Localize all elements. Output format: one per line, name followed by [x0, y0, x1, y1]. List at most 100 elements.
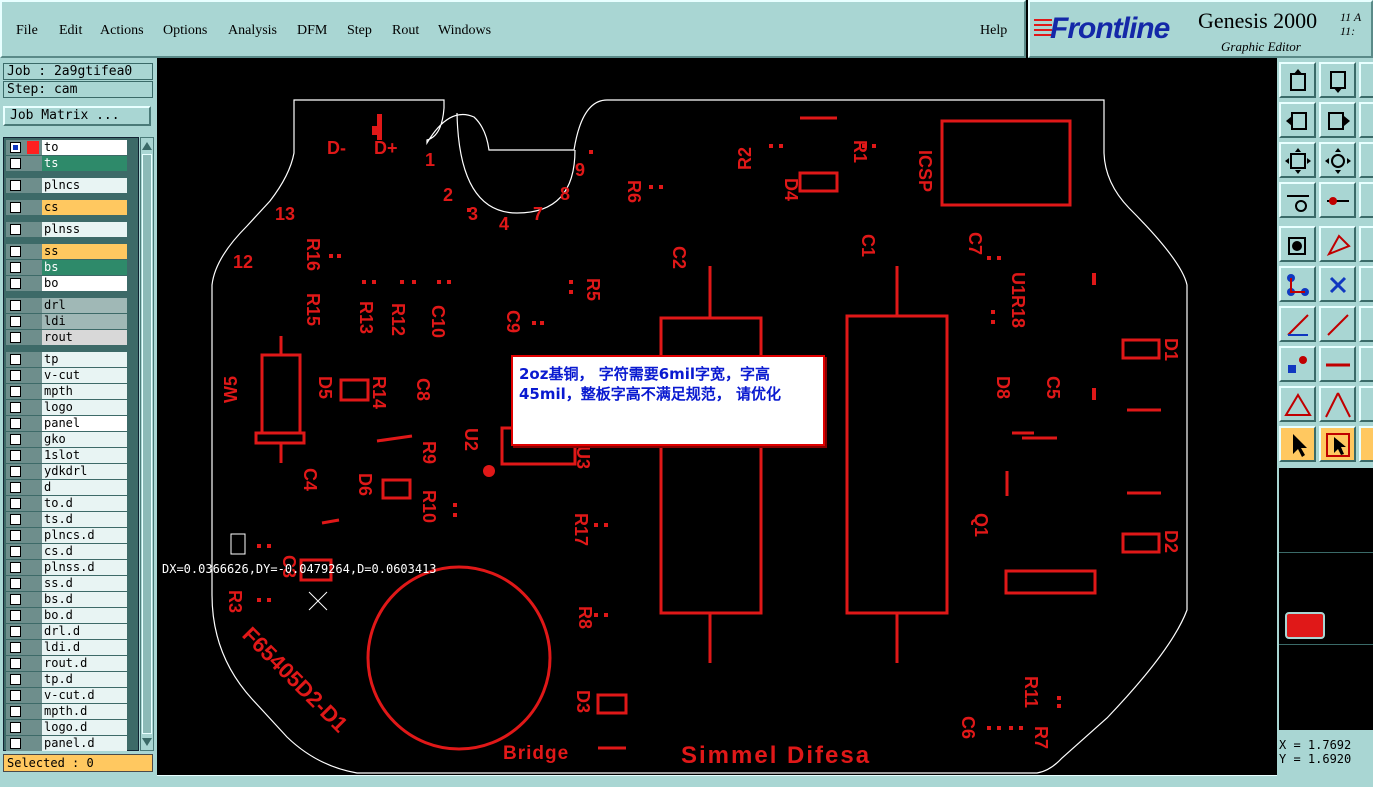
layer-row-d[interactable]: d — [6, 480, 127, 495]
tool-select[interactable] — [1279, 426, 1316, 462]
layer-list[interactable]: to ts plncs cs plnss ss bs bo drl ldi rout tp v-cut m… — [3, 137, 139, 751]
layer-checkbox[interactable] — [10, 658, 21, 669]
tool-extra-2[interactable] — [1359, 102, 1373, 138]
tool-pin[interactable] — [1319, 182, 1356, 218]
layer-row-mpth-d[interactable]: mpth.d — [6, 704, 127, 719]
layer-name[interactable]: tp.d — [42, 672, 127, 687]
layer-row-mpth[interactable]: mpth — [6, 384, 127, 399]
layer-checkbox[interactable] — [10, 402, 21, 413]
layer-checkbox[interactable] — [10, 142, 21, 153]
layer-row-drl[interactable]: drl — [6, 298, 127, 313]
tool-hline[interactable] — [1319, 346, 1356, 382]
layer-checkbox[interactable] — [10, 262, 21, 273]
layer-checkbox[interactable] — [10, 514, 21, 525]
layer-name[interactable]: cs — [42, 200, 127, 215]
layer-name[interactable]: ts.d — [42, 512, 127, 527]
tool-extra-4[interactable] — [1359, 182, 1373, 218]
layer-checkbox[interactable] — [10, 202, 21, 213]
layer-name[interactable]: ldi — [42, 314, 127, 329]
overview-thumbnail[interactable] — [1285, 612, 1325, 639]
layer-row-tp[interactable]: tp — [6, 352, 127, 367]
layer-checkbox[interactable] — [10, 562, 21, 573]
tool-extra-7[interactable] — [1359, 306, 1373, 342]
layer-name[interactable]: ts — [42, 156, 127, 171]
layer-row-tp-d[interactable]: tp.d — [6, 672, 127, 687]
tool-zoom-home[interactable] — [1279, 62, 1316, 98]
layer-row-rout-d[interactable]: rout.d — [6, 656, 127, 671]
layer-row-bo[interactable]: bo — [6, 276, 127, 291]
layer-checkbox[interactable] — [10, 546, 21, 557]
layer-name[interactable]: bs.d — [42, 592, 127, 607]
tool-extra-9[interactable] — [1359, 386, 1373, 422]
tool-pad-red[interactable] — [1279, 346, 1316, 382]
tool-arrow-shape[interactable] — [1319, 386, 1356, 422]
layer-row-logo-d[interactable]: logo.d — [6, 720, 127, 735]
layer-row-cs-d[interactable]: cs.d — [6, 544, 127, 559]
layer-checkbox[interactable] — [10, 246, 21, 257]
layer-name[interactable]: ss — [42, 244, 127, 259]
tool-add-pad[interactable] — [1279, 226, 1316, 262]
layer-row-plncs-d[interactable]: plncs.d — [6, 528, 127, 543]
tool-zoom-fit[interactable] — [1279, 142, 1316, 178]
tool-extra-8[interactable] — [1359, 346, 1373, 382]
layer-name[interactable]: to — [42, 140, 127, 155]
layer-checkbox[interactable] — [10, 434, 21, 445]
menu-analysis[interactable]: Analysis — [228, 23, 277, 39]
overview-pane[interactable] — [1279, 468, 1373, 730]
tool-diagonal[interactable] — [1319, 306, 1356, 342]
layer-name[interactable]: logo — [42, 400, 127, 415]
tool-extra-10[interactable] — [1359, 426, 1373, 462]
menu-dfm[interactable]: DFM — [297, 23, 327, 39]
layer-checkbox[interactable] — [10, 300, 21, 311]
tool-line[interactable] — [1279, 306, 1316, 342]
layer-row-ss-d[interactable]: ss.d — [6, 576, 127, 591]
layer-name[interactable]: logo.d — [42, 720, 127, 735]
scroll-thumb[interactable] — [142, 154, 152, 734]
layer-name[interactable]: gko — [42, 432, 127, 447]
layer-checkbox[interactable] — [10, 278, 21, 289]
layer-row-panel[interactable]: panel — [6, 416, 127, 431]
layer-row-to[interactable]: to — [6, 140, 127, 155]
tool-select-box[interactable] — [1319, 426, 1356, 462]
scroll-down-icon[interactable] — [142, 738, 152, 748]
layer-name[interactable]: panel — [42, 416, 127, 431]
layer-name[interactable]: ldi.d — [42, 640, 127, 655]
layer-checkbox[interactable] — [10, 224, 21, 235]
layer-name[interactable]: to.d — [42, 496, 127, 511]
layer-checkbox[interactable] — [10, 610, 21, 621]
layer-checkbox[interactable] — [10, 316, 21, 327]
layer-row-ts-d[interactable]: ts.d — [6, 512, 127, 527]
layer-scrollbar[interactable] — [140, 137, 154, 751]
tool-page-down[interactable] — [1319, 62, 1356, 98]
layer-name[interactable]: rout — [42, 330, 127, 345]
layer-checkbox[interactable] — [10, 690, 21, 701]
layer-checkbox[interactable] — [10, 578, 21, 589]
layer-row-ldi-d[interactable]: ldi.d — [6, 640, 127, 655]
layer-checkbox[interactable] — [10, 674, 21, 685]
menu-edit[interactable]: Edit — [59, 23, 82, 39]
layer-row-v-cut-d[interactable]: v-cut.d — [6, 688, 127, 703]
tool-zoom-in[interactable] — [1319, 142, 1356, 178]
layer-name[interactable]: v-cut — [42, 368, 127, 383]
job-matrix-button[interactable]: Job Matrix ... — [3, 106, 151, 126]
layer-checkbox[interactable] — [10, 722, 21, 733]
menu-windows[interactable]: Windows — [438, 23, 491, 39]
layer-name[interactable]: plnss.d — [42, 560, 127, 575]
layer-row-ts[interactable]: ts — [6, 156, 127, 171]
layer-row-plnss-d[interactable]: plnss.d — [6, 560, 127, 575]
menu-step[interactable]: Step — [347, 23, 372, 39]
layer-row-bs-d[interactable]: bs.d — [6, 592, 127, 607]
layer-checkbox[interactable] — [10, 626, 21, 637]
layer-row-ss[interactable]: ss — [6, 244, 127, 259]
layer-name[interactable]: panel.d — [42, 736, 127, 751]
layer-name[interactable]: tp — [42, 352, 127, 367]
layer-row-logo[interactable]: logo — [6, 400, 127, 415]
layer-checkbox[interactable] — [10, 180, 21, 191]
tool-page-right[interactable] — [1319, 102, 1356, 138]
layer-checkbox[interactable] — [10, 530, 21, 541]
layer-name[interactable]: v-cut.d — [42, 688, 127, 703]
layer-name[interactable]: mpth.d — [42, 704, 127, 719]
tool-extra-5[interactable] — [1359, 226, 1373, 262]
layer-checkbox[interactable] — [10, 386, 21, 397]
scroll-up-icon[interactable] — [142, 140, 152, 150]
